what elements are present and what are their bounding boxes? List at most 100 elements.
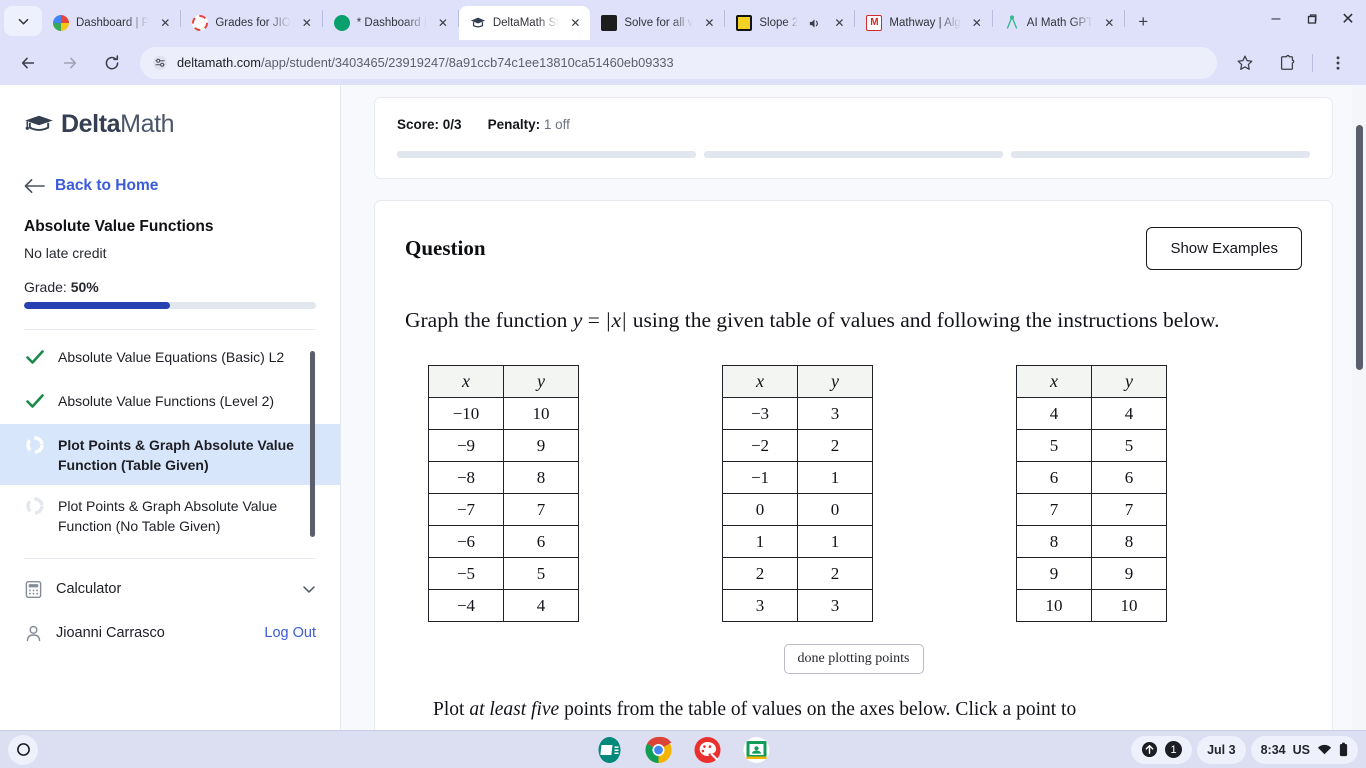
launcher-button[interactable] [8, 734, 38, 765]
cell-x: 9 [1016, 557, 1092, 590]
shelf-app-paint[interactable] [693, 735, 723, 765]
tab-title: Mathway | Alg [889, 17, 961, 29]
tab-close-button[interactable]: ✕ [156, 14, 174, 32]
tab-mathway[interactable]: M Mathway | Alg ✕ [855, 6, 991, 40]
logo-wordmark: DeltaMath [61, 109, 175, 139]
window-controls: – ✕ [1258, 4, 1366, 34]
grade-line: Grade: 50% [24, 279, 316, 295]
tab-solve-for-all[interactable]: Solve for all v ✕ [590, 6, 724, 40]
cell-y: 8 [503, 461, 579, 494]
problem-label: Plot Points & Graph Absolute Value Funct… [58, 437, 294, 473]
score-value: 0/3 [442, 117, 462, 132]
logout-link[interactable]: Log Out [264, 625, 316, 641]
shelf-app-google-chrome[interactable] [644, 735, 674, 768]
tray-clock-status[interactable]: 8:34 US [1250, 735, 1358, 764]
chevron-down-icon[interactable] [302, 582, 316, 596]
problem-item-3[interactable]: Plot Points & Graph Absolute Value Funct… [0, 485, 340, 546]
sidebar-bottom-divider [24, 558, 316, 559]
tab-close-button[interactable]: ✕ [434, 14, 452, 32]
tab-slope-2[interactable]: Slope 2 ✕ [725, 6, 854, 40]
grade-progress-bar [24, 302, 316, 309]
back-button[interactable] [13, 48, 43, 78]
page-scrollbar-track[interactable] [1352, 85, 1366, 730]
tab-title: Grades for JIO [215, 17, 291, 29]
tab-ai-math-gpt[interactable]: AI Math GPT ✕ [993, 6, 1124, 40]
problem-item-0[interactable]: Absolute Value Equations (Basic) L2 [0, 336, 340, 380]
shelf-app-google-classroom[interactable] [742, 735, 772, 765]
sidebar-scrollbar[interactable] [310, 351, 315, 537]
graduation-cap-icon [24, 113, 54, 135]
question-prompt: Graph the function y = |x| using the giv… [405, 308, 1302, 333]
dark-square-icon [601, 15, 618, 31]
tab-deltamath-student[interactable]: DeltaMath St ✕ [458, 6, 591, 40]
news-icon [598, 736, 621, 763]
back-to-home-link[interactable]: Back to Home [0, 143, 340, 195]
notification-count-badge: 1 [1165, 741, 1183, 758]
cell-y: 10 [1091, 589, 1167, 622]
tray-notifications[interactable]: 1 [1131, 735, 1193, 764]
tab-search-button[interactable] [4, 6, 42, 36]
table-row: −7 7 [428, 493, 579, 526]
up-arrow-icon [1141, 741, 1158, 758]
cell-x: −9 [428, 429, 504, 462]
forward-button[interactable] [55, 48, 85, 78]
tray-date[interactable]: Jul 3 [1197, 735, 1246, 764]
extensions-button[interactable] [1272, 48, 1302, 78]
tab-title: Solve for all v [624, 17, 694, 29]
problem-list: Absolute Value Equations (Basic) L2 Abso… [0, 336, 340, 548]
sidebar: DeltaMath Back to Home Absolute Value Fu… [0, 85, 341, 730]
cell-x: −1 [722, 461, 798, 494]
tab-close-button[interactable]: ✕ [566, 14, 584, 32]
assignment-title: Absolute Value Functions [24, 218, 214, 235]
shelf-app-google-news[interactable] [595, 735, 625, 765]
window-minimize-button[interactable]: – [1258, 4, 1294, 34]
cell-x: −6 [428, 525, 504, 558]
table-row: 11 [722, 525, 873, 558]
tab-dashboard-modified[interactable]: * Dashboard | ✕ [323, 6, 458, 40]
tab-close-button[interactable]: ✕ [298, 14, 316, 32]
browser-menu-button[interactable] [1323, 48, 1353, 78]
late-credit-note: No late credit [24, 245, 107, 261]
penalty-label: Penalty: [487, 117, 541, 132]
reload-button[interactable] [97, 48, 127, 78]
cell-y: 6 [503, 525, 579, 558]
cell-x: 2 [722, 557, 798, 590]
cell-x: 3 [722, 589, 798, 622]
page-scrollbar-thumb[interactable] [1356, 125, 1363, 370]
cell-x: −4 [428, 589, 504, 622]
site-settings-icon[interactable] [152, 55, 168, 71]
address-bar[interactable]: deltamath.com/app/student/3403465/239192… [140, 46, 1217, 79]
table-row: 00 [722, 493, 873, 526]
tab-dashboard-p[interactable]: Dashboard | P ✕ [42, 6, 180, 40]
new-tab-button[interactable]: + [1129, 8, 1157, 36]
tab-close-button[interactable]: ✕ [1100, 14, 1118, 32]
tab-grades-for-jio[interactable]: Grades for JIO ✕ [181, 6, 321, 40]
calculator-row[interactable]: Calculator [0, 567, 340, 611]
problem-item-1[interactable]: Absolute Value Functions (Level 2) [0, 380, 340, 424]
done-plotting-points-button[interactable]: done plotting points [783, 644, 924, 674]
bookmark-star-button[interactable] [1230, 48, 1260, 78]
window-close-button[interactable]: ✕ [1330, 4, 1366, 34]
show-examples-button[interactable]: Show Examples [1146, 227, 1302, 270]
toolbar-separator [1312, 53, 1313, 72]
tab-close-button[interactable]: ✕ [968, 14, 986, 32]
window-maximize-button[interactable] [1294, 4, 1330, 34]
tab-separator [1124, 10, 1126, 27]
browser-toolbar: deltamath.com/app/student/3403465/239192… [0, 40, 1366, 85]
url-path: /app/student/3403465/23919247/8a91ccb74c… [260, 54, 674, 70]
deltamath-logo[interactable]: DeltaMath [0, 85, 340, 143]
cell-y: 9 [1091, 557, 1167, 590]
cell-y: 3 [797, 589, 873, 622]
tab-close-button[interactable]: ✕ [700, 14, 718, 32]
cell-x: 6 [1016, 461, 1092, 494]
table-row: −9 9 [428, 429, 579, 462]
problem-item-2-current[interactable]: Plot Points & Graph Absolute Value Funct… [0, 424, 340, 485]
browser-chrome: Dashboard | P ✕ Grades for JIO ✕ * Dashb… [0, 0, 1366, 85]
user-row: Jioanni Carrasco Log Out [0, 611, 340, 655]
assignment-info: Absolute Value Functions No late credit … [0, 195, 340, 295]
tab-close-button[interactable]: ✕ [830, 14, 848, 32]
logo-math: Math [120, 109, 175, 138]
tab-audio-indicator-icon[interactable] [805, 14, 823, 32]
table-2-header-x: x [1016, 365, 1092, 398]
cell-y: 10 [503, 397, 579, 430]
